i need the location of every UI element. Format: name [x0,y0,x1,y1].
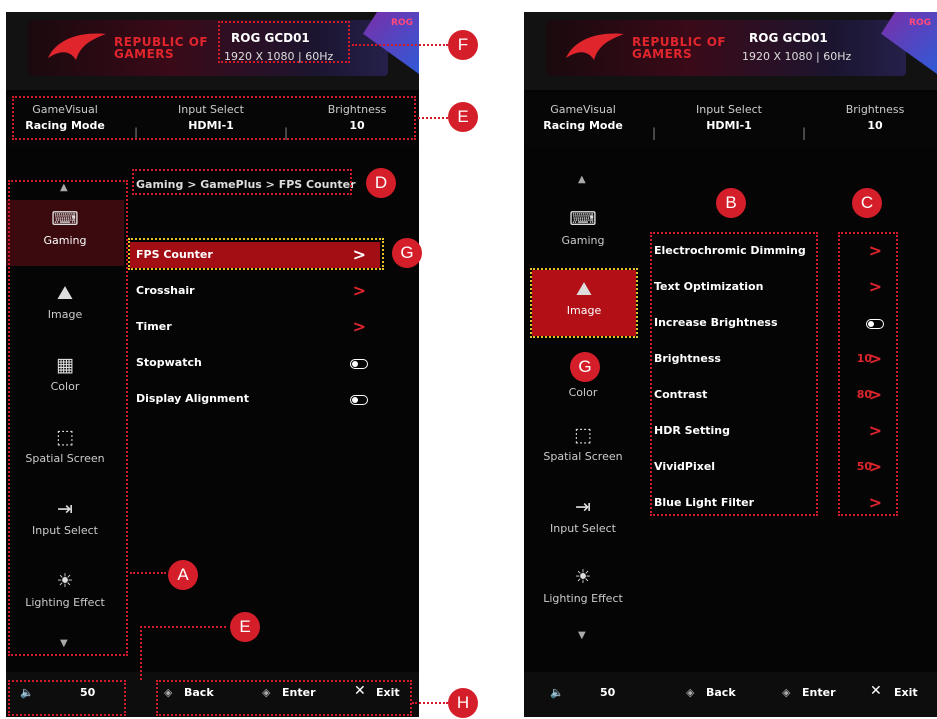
callout-frame-b [650,232,818,516]
enter-joystick-icon: ◈ [782,686,791,699]
callout-badge-a: A [168,560,198,590]
sidebar-item-spatial-screen[interactable]: ⬚ Spatial Screen [524,416,642,482]
leader-a [130,572,166,574]
callout-frame-a [8,180,128,656]
callout-badge-c: C [852,188,882,218]
menu-item-crosshair[interactable]: Crosshair > [130,278,380,304]
sidebar-item-input-select[interactable]: ⇥ Input Select [524,488,642,554]
menu-item-display-alignment[interactable]: Display Alignment [130,386,380,412]
brand-text: REPUBLIC OF GAMERS [632,35,727,61]
status-brightness: Brightness 10 [845,103,905,132]
callout-badge-g-right: G [570,352,600,382]
callout-frame-e-top [12,96,416,140]
leader-e-bottom-v [140,626,142,680]
callout-frame-f [218,21,350,63]
exit-button[interactable]: Exit [894,686,918,699]
rog-corner-text: ROG [909,18,931,28]
status-input-select: Input Select HDMI-1 [696,103,762,132]
volume-icon[interactable]: 🔈 [550,686,564,699]
toggle-switch[interactable] [350,359,368,369]
rog-corner-text: ROG [391,18,413,28]
scroll-up-icon[interactable]: ▲ [578,174,586,185]
callout-badge-f: F [448,30,478,60]
osd-footer: 🔈 50 ◈ Back ◈ Enter ✕ Exit [524,672,937,717]
callout-badge-e-bottom: E [230,612,260,642]
leader-e-top [418,117,448,119]
leader-e-bottom-h [140,626,226,628]
resolution: 1920 X 1080 | 60Hz [742,50,852,63]
sidebar-item-gaming[interactable]: ⌨ Gaming [524,200,642,266]
enter-button[interactable]: Enter [802,686,836,699]
callout-frame-c [838,232,898,516]
chevron-right-icon: > [352,281,366,300]
leader-h [412,702,448,704]
callout-frame-e-bottom [8,680,126,716]
leader-f [352,44,448,46]
status-row: GameVisual Racing Mode | Input Select HDMI… [524,94,937,148]
toggle-switch[interactable] [350,395,368,405]
callout-frame-d [132,169,352,195]
sidebar-item-lighting-effect[interactable]: ☀ Lighting Effect [524,558,642,624]
close-icon: ✕ [870,683,882,699]
model-name: ROG GCD01 [749,31,828,45]
brand-text: REPUBLIC OF GAMERS [114,35,209,61]
osd-header: REPUBLIC OF GAMERS ROG GCD01 1920 X 1080 … [6,12,419,90]
callout-frame-h [156,680,412,716]
callout-badge-d: D [366,168,396,198]
input-select-icon: ⇥ [575,496,591,518]
volume-value: 50 [600,686,616,699]
rog-eye-logo [48,33,106,60]
callout-frame-g-left [128,238,384,270]
callout-badge-g-left: G [392,238,422,268]
rog-eye-logo [566,33,624,60]
callout-badge-e-top: E [448,102,478,132]
menu-item-stopwatch[interactable]: Stopwatch [130,350,380,376]
menu-item-timer[interactable]: Timer > [130,314,380,340]
scroll-down-icon[interactable]: ▼ [578,630,586,641]
lighting-effect-icon: ☀ [574,566,592,588]
gamepad-icon: ⌨ [569,208,597,230]
callout-badge-h: H [448,688,478,718]
osd-header: REPUBLIC OF GAMERS ROG GCD01 1920 X 1080 … [524,12,937,90]
status-gamevisual: GameVisual Racing Mode [543,103,623,132]
chevron-right-icon: > [352,317,366,336]
back-joystick-icon: ◈ [686,686,695,699]
back-button[interactable]: Back [706,686,736,699]
callout-badge-b: B [716,188,746,218]
spatial-screen-icon: ⬚ [574,424,592,446]
callout-frame-g-right [530,268,638,338]
